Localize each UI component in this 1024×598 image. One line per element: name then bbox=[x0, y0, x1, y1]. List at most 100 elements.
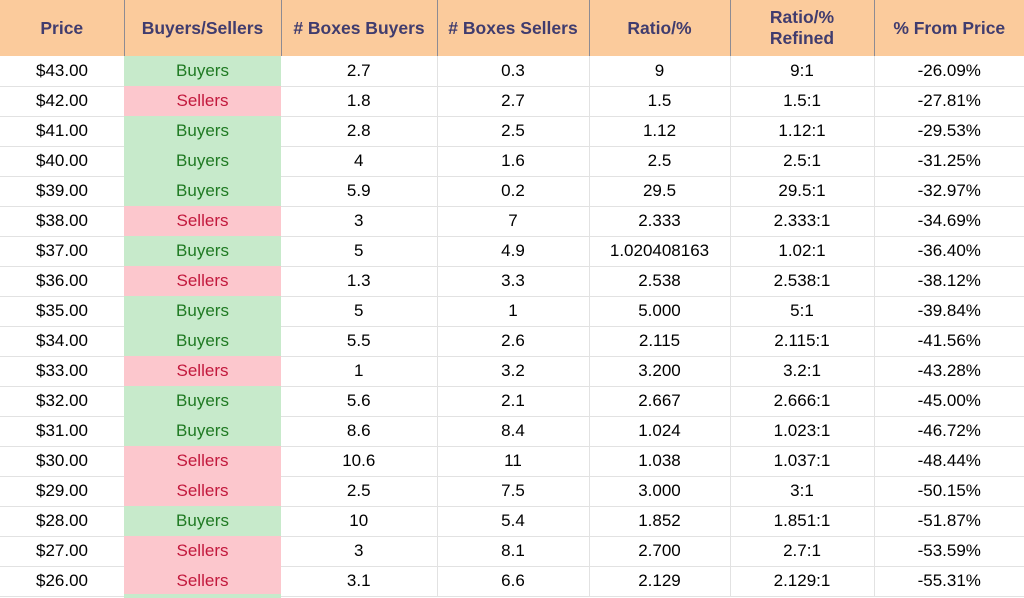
cell-price[interactable]: $33.00 bbox=[0, 356, 124, 387]
cell-buyers-sellers[interactable]: Sellers bbox=[124, 206, 281, 236]
cell-buyers-sellers[interactable]: Buyers bbox=[124, 116, 281, 146]
cell-ratio[interactable]: 2.538 bbox=[589, 266, 731, 297]
cell-ratio[interactable]: 2.129 bbox=[589, 566, 731, 597]
column-header-pct-from-price[interactable]: % From Price bbox=[874, 0, 1024, 56]
cell-ratio[interactable]: 2.700 bbox=[589, 536, 731, 567]
cell-buyers-sellers[interactable]: Sellers bbox=[124, 86, 281, 116]
cell-boxes-sellers[interactable]: 0.3 bbox=[437, 56, 590, 87]
cell-buyers-sellers[interactable]: Buyers bbox=[124, 386, 281, 416]
cell-boxes-sellers[interactable]: 2.1 bbox=[437, 386, 590, 417]
cell-buyers-sellers[interactable]: Buyers bbox=[124, 296, 281, 326]
cell-ratio[interactable]: 3.200 bbox=[589, 356, 731, 387]
cell-boxes-buyers[interactable]: 5.6 bbox=[281, 386, 438, 417]
cell-ratio-refined[interactable]: 2.5:1 bbox=[730, 146, 875, 177]
cell-ratio-refined[interactable]: 2.129:1 bbox=[730, 566, 875, 597]
cell-ratio-refined[interactable]: 1.023:1 bbox=[730, 416, 875, 447]
cell-ratio-refined[interactable]: 1.037:1 bbox=[730, 446, 875, 477]
table-row[interactable]: $35.00 Buyers 5 1 5.000 5:1 -39.84% bbox=[0, 296, 1024, 327]
cell-ratio-refined[interactable]: 2.333:1 bbox=[730, 206, 875, 237]
cell-ratio-refined[interactable]: 2.666:1 bbox=[730, 386, 875, 417]
cell-pct-from-price[interactable]: -45.00% bbox=[874, 386, 1024, 417]
cell-pct-from-price[interactable]: -53.59% bbox=[874, 536, 1024, 567]
cell-boxes-sellers[interactable]: 4.9 bbox=[437, 236, 590, 267]
column-header-boxes-buyers[interactable]: # Boxes Buyers bbox=[281, 0, 438, 56]
cell-price[interactable]: $32.00 bbox=[0, 386, 124, 417]
cell-ratio-refined[interactable]: 3.2:1 bbox=[730, 356, 875, 387]
cell-price[interactable]: $38.00 bbox=[0, 206, 124, 237]
table-row[interactable]: $27.00 Sellers 3 8.1 2.700 2.7:1 -53.59% bbox=[0, 536, 1024, 567]
cell-boxes-buyers[interactable]: 4 bbox=[281, 146, 438, 177]
cell-boxes-buyers[interactable]: 10 bbox=[281, 506, 438, 537]
table-row[interactable]: $38.00 Sellers 3 7 2.333 2.333:1 -34.69% bbox=[0, 206, 1024, 237]
cell-ratio-refined[interactable]: 29.5:1 bbox=[730, 176, 875, 207]
cell-ratio[interactable]: 2.115 bbox=[589, 326, 731, 357]
cell-pct-from-price[interactable]: -27.81% bbox=[874, 86, 1024, 117]
cell-ratio-refined[interactable]: 1.5:1 bbox=[730, 86, 875, 117]
cell-pct-from-price[interactable]: -50.15% bbox=[874, 476, 1024, 507]
cell-price[interactable]: $39.00 bbox=[0, 176, 124, 207]
cell-ratio-refined[interactable]: 1.12:1 bbox=[730, 116, 875, 147]
table-row[interactable]: $43.00 Buyers 2.7 0.3 9 9:1 -26.09% bbox=[0, 56, 1024, 87]
cell-price[interactable]: $26.00 bbox=[0, 566, 124, 597]
cell-buyers-sellers[interactable]: Sellers bbox=[124, 566, 281, 596]
table-row[interactable]: $39.00 Buyers 5.9 0.2 29.5 29.5:1 -32.97% bbox=[0, 176, 1024, 207]
table-row[interactable]: $29.00 Sellers 2.5 7.5 3.000 3:1 -50.15% bbox=[0, 476, 1024, 507]
cell-price[interactable]: $35.00 bbox=[0, 296, 124, 327]
cell-ratio[interactable]: 1.024 bbox=[589, 416, 731, 447]
cell-buyers-sellers[interactable]: Buyers bbox=[124, 506, 281, 536]
cell-price[interactable]: $43.00 bbox=[0, 56, 124, 87]
cell-price[interactable]: $37.00 bbox=[0, 236, 124, 267]
cell-ratio[interactable]: 5.000 bbox=[589, 296, 731, 327]
cell-boxes-buyers[interactable]: 1.8 bbox=[281, 86, 438, 117]
table-row[interactable]: $33.00 Sellers 1 3.2 3.200 3.2:1 -43.28% bbox=[0, 356, 1024, 387]
cell-ratio[interactable]: 29.5 bbox=[589, 176, 731, 207]
cell-boxes-buyers[interactable]: 8.6 bbox=[281, 416, 438, 447]
cell-ratio-refined[interactable]: 5:1 bbox=[730, 296, 875, 327]
table-row[interactable]: $26.00 Sellers 3.1 6.6 2.129 2.129:1 -55.31% bbox=[0, 566, 1024, 597]
cell-buyers-sellers[interactable]: Sellers bbox=[124, 536, 281, 566]
cell-price[interactable]: $31.00 bbox=[0, 416, 124, 447]
cell-price[interactable]: $29.00 bbox=[0, 476, 124, 507]
cell-boxes-buyers[interactable]: 3 bbox=[281, 206, 438, 237]
table-row[interactable]: $41.00 Buyers 2.8 2.5 1.12 1.12:1 -29.53% bbox=[0, 116, 1024, 147]
cell-pct-from-price[interactable]: -38.12% bbox=[874, 266, 1024, 297]
cell-boxes-sellers[interactable]: 5.4 bbox=[437, 506, 590, 537]
table-row[interactable]: $30.00 Sellers 10.6 11 1.038 1.037:1 -48.44% bbox=[0, 446, 1024, 477]
cell-boxes-sellers[interactable]: 8.4 bbox=[437, 416, 590, 447]
cell-boxes-buyers[interactable]: 5.5 bbox=[281, 326, 438, 357]
cell-boxes-sellers[interactable]: 2.7 bbox=[437, 86, 590, 117]
cell-price[interactable]: $34.00 bbox=[0, 326, 124, 357]
cell-ratio[interactable]: 2.5 bbox=[589, 146, 731, 177]
cell-buyers-sellers[interactable]: Buyers bbox=[124, 56, 281, 86]
cell-boxes-buyers[interactable]: 2.8 bbox=[281, 116, 438, 147]
cell-buyers-sellers[interactable]: Sellers bbox=[124, 266, 281, 296]
cell-price[interactable]: $36.00 bbox=[0, 266, 124, 297]
cell-buyers-sellers[interactable]: Buyers bbox=[124, 416, 281, 446]
cell-boxes-buyers[interactable]: 5.9 bbox=[281, 176, 438, 207]
cell-boxes-sellers[interactable]: 1.6 bbox=[437, 146, 590, 177]
cell-ratio[interactable]: 1.020408163 bbox=[589, 236, 731, 267]
cell-pct-from-price[interactable]: -29.53% bbox=[874, 116, 1024, 147]
cell-pct-from-price[interactable]: -48.44% bbox=[874, 446, 1024, 477]
cell-ratio-refined[interactable]: 2.115:1 bbox=[730, 326, 875, 357]
cell-boxes-sellers[interactable]: 0.2 bbox=[437, 176, 590, 207]
cell-boxes-buyers[interactable]: 5 bbox=[281, 296, 438, 327]
cell-price[interactable]: $28.00 bbox=[0, 506, 124, 537]
table-row[interactable]: $37.00 Buyers 5 4.9 1.020408163 1.02:1 -36.40% bbox=[0, 236, 1024, 267]
cell-boxes-buyers[interactable]: 1 bbox=[281, 356, 438, 387]
cell-price[interactable]: $41.00 bbox=[0, 116, 124, 147]
table-row[interactable]: $32.00 Buyers 5.6 2.1 2.667 2.666:1 -45.00% bbox=[0, 386, 1024, 417]
table-row[interactable]: $40.00 Buyers 4 1.6 2.5 2.5:1 -31.25% bbox=[0, 146, 1024, 177]
cell-ratio[interactable]: 9 bbox=[589, 56, 731, 87]
column-header-ratio-refined[interactable]: Ratio/% Refined bbox=[730, 0, 875, 56]
cell-ratio[interactable]: 1.852 bbox=[589, 506, 731, 537]
cell-pct-from-price[interactable]: -32.97% bbox=[874, 176, 1024, 207]
cell-boxes-sellers[interactable]: 2.6 bbox=[437, 326, 590, 357]
cell-ratio[interactable]: 2.667 bbox=[589, 386, 731, 417]
cell-boxes-sellers[interactable]: 2.5 bbox=[437, 116, 590, 147]
cell-ratio-refined[interactable]: 2.538:1 bbox=[730, 266, 875, 297]
table-row[interactable]: $36.00 Sellers 1.3 3.3 2.538 2.538:1 -38.12% bbox=[0, 266, 1024, 297]
cell-price[interactable]: $40.00 bbox=[0, 146, 124, 177]
cell-ratio[interactable]: 3.000 bbox=[589, 476, 731, 507]
cell-ratio-refined[interactable]: 1.851:1 bbox=[730, 506, 875, 537]
